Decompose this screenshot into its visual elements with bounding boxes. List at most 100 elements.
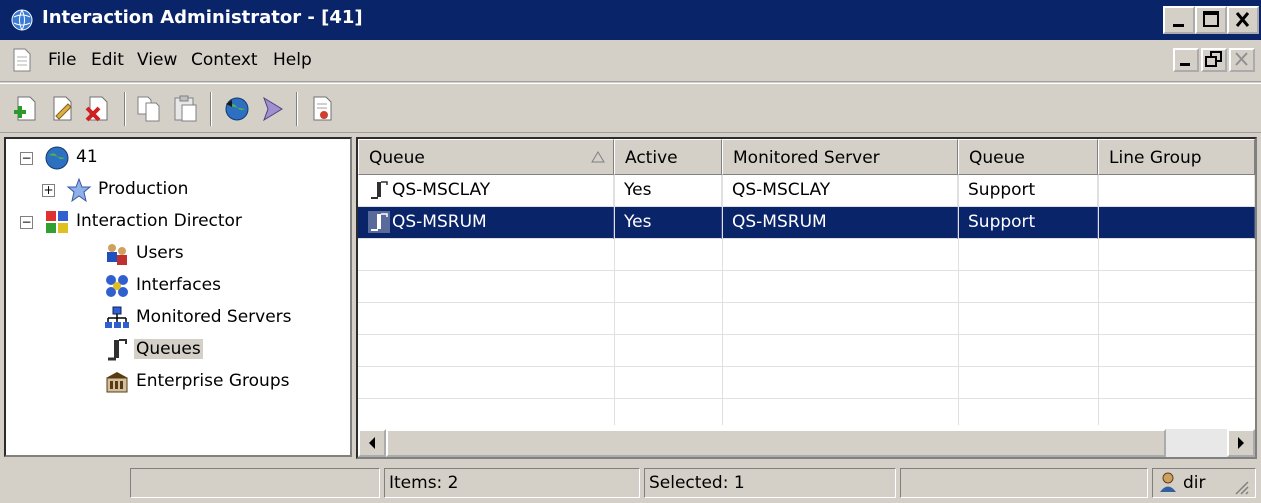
toolbar-separator bbox=[296, 92, 298, 126]
tree-label: Interfaces bbox=[136, 275, 221, 295]
column-header-line-group[interactable]: Line Group bbox=[1098, 139, 1255, 175]
mdi-restore-button[interactable] bbox=[1201, 48, 1227, 72]
list-header: Queue Active Monitored Server Queue Line… bbox=[358, 139, 1255, 175]
new-icon[interactable] bbox=[12, 94, 42, 124]
tree-label: Production bbox=[98, 179, 189, 199]
close-button[interactable] bbox=[1227, 6, 1259, 34]
maximize-icon bbox=[1203, 11, 1219, 27]
menu-bar: File Edit View Context Help bbox=[0, 40, 1261, 82]
collapse-toggle[interactable]: − bbox=[20, 152, 33, 165]
report-icon[interactable] bbox=[308, 94, 338, 124]
grid-line bbox=[1098, 175, 1099, 425]
star-icon bbox=[66, 177, 92, 203]
tree-item-production[interactable]: + Production bbox=[6, 175, 346, 205]
globe-icon bbox=[11, 9, 33, 31]
scroll-left-button[interactable] bbox=[358, 429, 386, 457]
cell-queue: QS-MSRUM bbox=[358, 207, 614, 239]
column-header-queue-name[interactable]: Queue bbox=[958, 139, 1098, 175]
cell-line-group bbox=[1098, 175, 1255, 207]
status-user: dir bbox=[1152, 468, 1256, 498]
minimize-icon bbox=[1173, 24, 1184, 27]
scroll-thumb[interactable] bbox=[386, 429, 1166, 457]
grid-line bbox=[358, 366, 1255, 367]
resize-grip-icon[interactable] bbox=[1233, 479, 1249, 495]
column-header-queue[interactable]: Queue bbox=[358, 139, 614, 175]
menu-context[interactable]: Context bbox=[191, 50, 258, 70]
tree-item-monitored-servers[interactable]: Monitored Servers bbox=[6, 303, 346, 333]
menu-help[interactable]: Help bbox=[273, 50, 312, 70]
paste-icon[interactable] bbox=[170, 94, 200, 124]
queue-icon bbox=[108, 339, 127, 361]
queue-icon bbox=[368, 211, 390, 233]
user-icon bbox=[1160, 472, 1176, 492]
menu-edit[interactable]: Edit bbox=[91, 50, 124, 70]
tree-item-queues[interactable]: Queues bbox=[6, 335, 346, 365]
scroll-right-button[interactable] bbox=[1227, 429, 1255, 457]
close-icon bbox=[1235, 12, 1250, 27]
arrow-right-icon bbox=[1238, 437, 1244, 449]
tree-label: Queues bbox=[134, 339, 203, 359]
cell-monitored-server: QS-MSRUM bbox=[722, 207, 958, 239]
copy-icon[interactable] bbox=[134, 94, 164, 124]
find-icon[interactable] bbox=[258, 94, 288, 124]
expand-toggle[interactable]: + bbox=[42, 184, 55, 197]
menu-view[interactable]: View bbox=[137, 50, 177, 70]
cell-queue-name: Support bbox=[958, 175, 1098, 207]
sort-ascending-icon bbox=[591, 151, 605, 163]
tree-label: Interaction Director bbox=[76, 211, 242, 231]
grid-line bbox=[958, 175, 959, 425]
cell-monitored-server: QS-MSCLAY bbox=[722, 175, 958, 207]
status-panel-empty bbox=[900, 468, 1148, 498]
collapse-toggle[interactable]: − bbox=[20, 216, 33, 229]
interfaces-icon bbox=[106, 275, 128, 297]
cell-active: Yes bbox=[614, 175, 722, 207]
status-panel-empty bbox=[130, 468, 380, 498]
table-row[interactable]: QS-MSCLAY Yes QS-MSCLAY Support bbox=[358, 175, 1255, 207]
grid-line bbox=[358, 334, 1255, 335]
grid-line bbox=[722, 175, 723, 425]
edit-icon[interactable] bbox=[48, 94, 78, 124]
tree-label: Monitored Servers bbox=[136, 307, 292, 327]
queue-list-view[interactable]: Queue Active Monitored Server Queue Line… bbox=[356, 137, 1257, 459]
mdi-close-button[interactable] bbox=[1229, 48, 1255, 72]
column-header-active[interactable]: Active bbox=[614, 139, 722, 175]
status-items-count: Items: 2 bbox=[384, 468, 640, 498]
minimize-button[interactable] bbox=[1163, 6, 1195, 34]
tree-item-users[interactable]: Users bbox=[6, 239, 346, 269]
document-icon[interactable] bbox=[12, 48, 32, 72]
status-user-label: dir bbox=[1183, 473, 1206, 493]
tree-label: 41 bbox=[76, 147, 98, 167]
column-header-monitored-server[interactable]: Monitored Server bbox=[722, 139, 958, 175]
users-icon bbox=[107, 244, 127, 265]
mdi-minimize-button[interactable] bbox=[1173, 48, 1199, 72]
table-row-selected[interactable]: QS-MSRUM Yes QS-MSRUM Support bbox=[358, 207, 1255, 239]
app-window: Interaction Administrator - [41] File Ed… bbox=[0, 0, 1261, 503]
cell-active: Yes bbox=[614, 207, 722, 239]
delete-icon[interactable] bbox=[84, 94, 114, 124]
network-icon bbox=[105, 306, 129, 328]
window-title: Interaction Administrator - [41] bbox=[42, 7, 363, 28]
tree-label: Users bbox=[136, 243, 184, 263]
minimize-icon bbox=[1180, 63, 1190, 66]
grid-line bbox=[358, 302, 1255, 303]
tree-item-interaction-director[interactable]: − Interaction Director bbox=[6, 207, 346, 237]
maximize-button[interactable] bbox=[1195, 6, 1227, 34]
director-icon bbox=[46, 211, 68, 233]
tree-item-root[interactable]: − 41 bbox=[6, 143, 346, 173]
toolbar-separator bbox=[124, 92, 126, 126]
tree-item-interfaces[interactable]: Interfaces bbox=[6, 271, 346, 301]
restore-icon bbox=[1205, 51, 1222, 67]
toolbar-separator bbox=[210, 92, 212, 126]
menu-file[interactable]: File bbox=[48, 50, 76, 70]
building-icon bbox=[106, 372, 128, 393]
horizontal-scrollbar[interactable] bbox=[358, 429, 1255, 457]
grid-line bbox=[358, 398, 1255, 399]
globe-refresh-icon[interactable] bbox=[222, 94, 252, 124]
title-bar[interactable]: Interaction Administrator - [41] bbox=[0, 0, 1261, 40]
close-icon bbox=[1235, 52, 1248, 66]
cell-line-group bbox=[1098, 207, 1255, 239]
arrow-left-icon bbox=[369, 437, 375, 449]
tree-label: Enterprise Groups bbox=[136, 371, 290, 391]
tree-item-enterprise-groups[interactable]: Enterprise Groups bbox=[6, 367, 346, 397]
tree-view[interactable]: − 41 + Production − Interaction Director bbox=[4, 137, 352, 457]
